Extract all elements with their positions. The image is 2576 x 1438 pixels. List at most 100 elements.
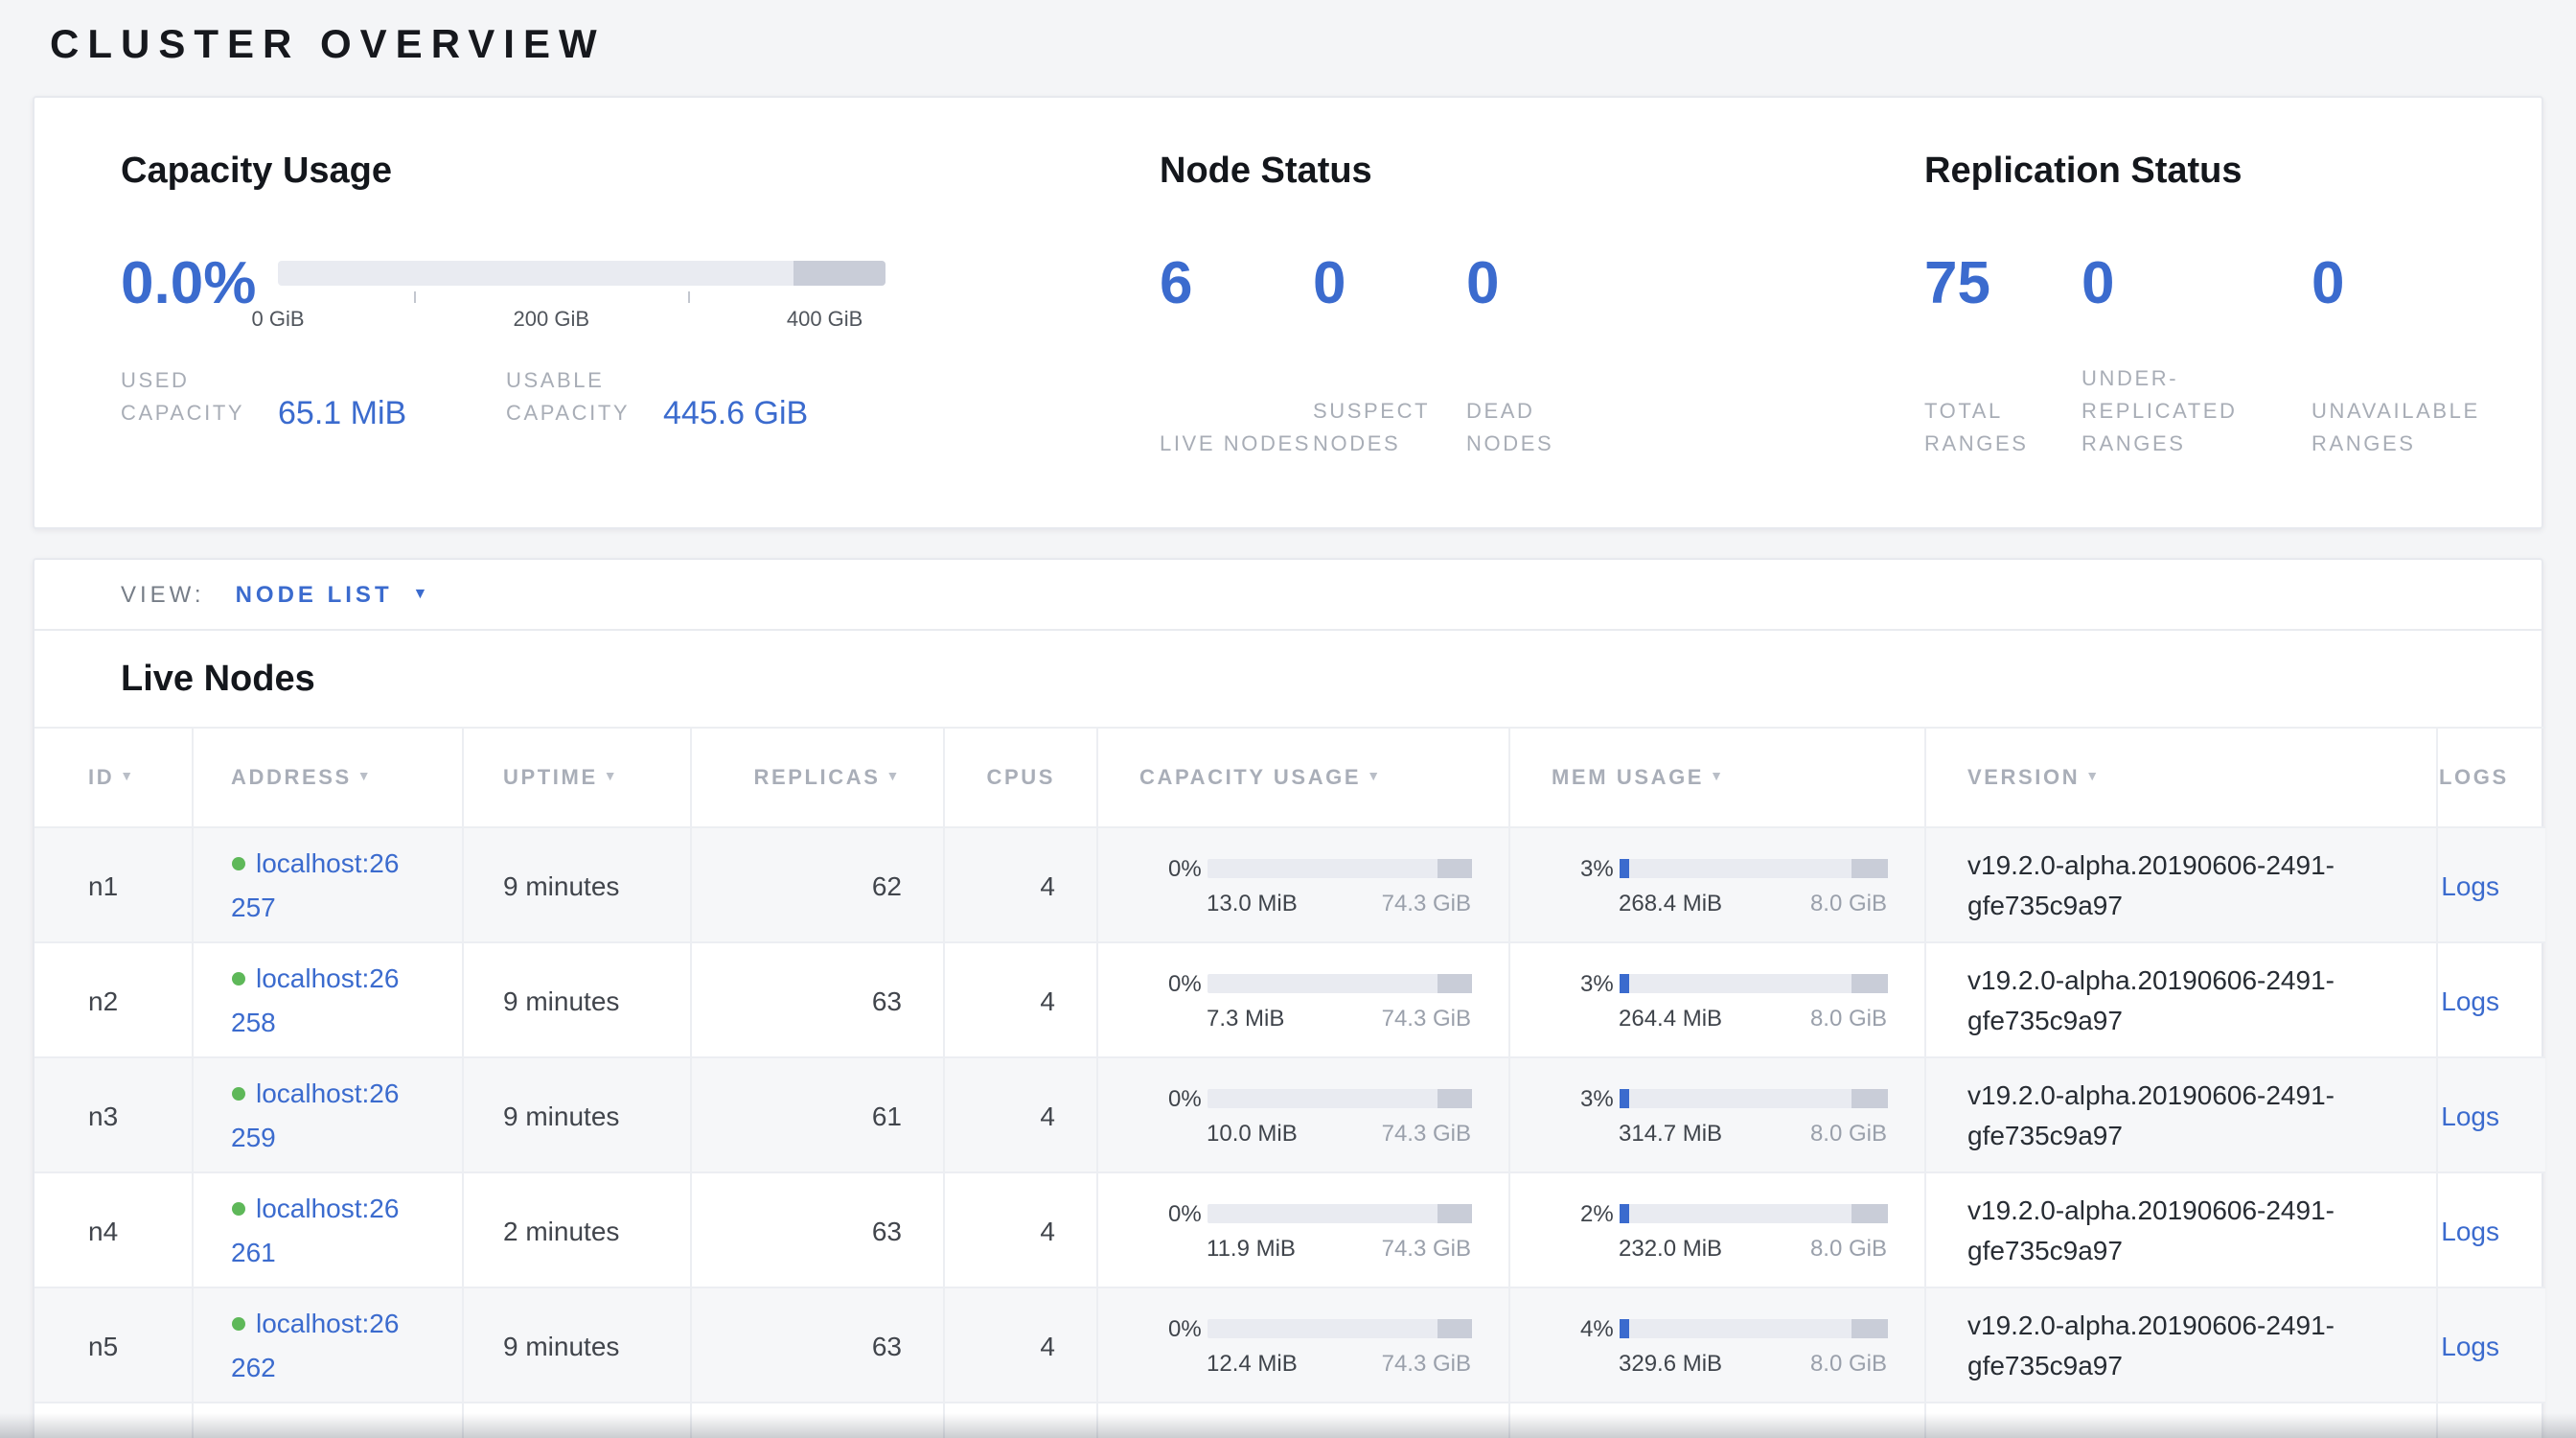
node-version: v19.2.0-alpha.20190606-2491-gfe735c9a97 [1967,1190,2343,1270]
column-header[interactable]: ID ▼ [34,728,192,827]
node-replicas: 61 [872,1100,902,1130]
sort-caret-icon: ▼ [1367,770,1382,783]
memory-bar-fill [1619,1318,1629,1337]
column-header[interactable]: CPUS▼ [943,728,1096,827]
memory-percent: 3% [1580,969,1619,996]
capacity-used-percent: 0.0% [121,252,245,312]
memory-bar-reserved-segment [1852,1318,1887,1337]
capacity-total-value: 74.3 GiB [1382,889,1471,916]
node-logs-cell: Logs [2436,942,2545,1057]
node-capacity-cell: 0% 12.4 MiB 74.3 GiB [1096,1287,1508,1403]
node-row: n3 localhost:26259 9 minutes 61 4 0% [34,1057,2545,1172]
node-replicas: 63 [872,985,902,1015]
node-live-status-icon [231,1202,244,1216]
node-address-cell: localhost:26257 [192,827,462,942]
capacity-bar-reserved-segment [1437,1088,1471,1107]
node-version: v19.2.0-alpha.20190606-2491-gfe735c9a97 [1967,1075,2343,1155]
column-header[interactable]: CAPACITY USAGE▼ [1096,728,1508,827]
node-address-link[interactable]: localhost:26259 [231,1078,399,1151]
cluster-overview-page: CLUSTER OVERVIEW Capacity Usage 0.0% 0 G… [0,0,2576,1438]
node-address-cell: localhost:26261 [192,1172,462,1287]
memory-used-value: 314.7 MiB [1619,1119,1722,1146]
cluster-summary-card: Capacity Usage 0.0% 0 GiB 200 GiB 400 Gi… [33,96,2543,529]
column-header-label: LOGS [2439,766,2509,789]
stat-label: LIVE NODES [1160,429,1317,462]
node-version: v19.2.0-alpha.20190606-2491-gfe735c9a97 [1967,845,2343,925]
node-row: n2 localhost:26258 9 minutes 63 4 0% [34,942,2545,1057]
memory-percent: 2% [1580,1199,1619,1226]
node-address-cell: localhost:26259 [192,1057,462,1172]
capacity-used-value: 10.0 MiB [1207,1119,1298,1146]
memory-bar-reserved-segment [1852,1088,1887,1107]
capacity-used-value: 12.4 MiB [1207,1349,1298,1376]
memory-bar-fill [1619,973,1628,992]
node-capacity-cell: 0% 7.3 MiB 74.3 GiB [1096,942,1508,1057]
node-address-link[interactable]: localhost:26262 [231,1308,399,1381]
view-dropdown[interactable]: NODE LIST ▼ [236,577,428,612]
node-live-status-icon [231,972,244,986]
sort-caret-icon: ▼ [604,770,619,783]
column-header-label: UPTIME [503,766,598,789]
used-capacity-value: 65.1 MiB [278,397,406,429]
column-header[interactable]: REPLICAS▼ [690,728,943,827]
node-id: n2 [88,985,118,1015]
column-header[interactable]: MEM USAGE▼ [1508,728,1924,827]
memory-bar-reserved-segment [1852,973,1887,992]
memory-total-value: 8.0 GiB [1810,1004,1887,1031]
stat-value: 75 [1924,253,2082,313]
replication-stat: 75 TOTAL RANGES [1924,253,2082,462]
node-logs-link[interactable]: Logs [2441,870,2499,900]
node-replicas-cell: 63 [690,942,943,1057]
memory-usage-bar [1619,1318,1887,1337]
node-logs-link[interactable]: Logs [2441,1100,2499,1130]
node-status-stat: 6 LIVE NODES [1160,253,1313,462]
node-uptime-cell: 9 minutes [462,827,690,942]
stat-value: 6 [1160,253,1313,313]
memory-usage-bar [1619,858,1887,877]
node-version-cell: v19.2.0-alpha.20190606-2491-gfe735c9a97 [1924,827,2436,942]
capacity-bar-reserved-segment [1437,1318,1471,1337]
node-uptime: 9 minutes [503,1330,619,1360]
replication-stat: 0 UNDER-REPLICATED RANGES [2082,253,2312,462]
axis-label: 400 GiB [787,308,863,331]
memory-used-value: 232.0 MiB [1619,1234,1722,1261]
node-address-link[interactable]: localhost:26258 [231,963,399,1036]
column-header[interactable]: UPTIME ▼ [462,728,690,827]
node-address-link[interactable]: localhost:26261 [231,1193,399,1266]
node-cpus-cell: 4 [943,1057,1096,1172]
node-logs-link[interactable]: Logs [2441,985,2499,1015]
capacity-total-value: 74.3 GiB [1382,1119,1471,1146]
bottom-scroll-shade [0,1413,2576,1438]
memory-bar-fill [1619,1203,1628,1222]
node-logs-link[interactable]: Logs [2441,1215,2499,1245]
column-header[interactable]: ADDRESS▼ [192,728,462,827]
node-cpus: 4 [1040,985,1055,1015]
node-replicas-cell: 62 [690,827,943,942]
column-header[interactable]: LOGS▼ [2436,728,2545,827]
sort-caret-icon: ▼ [120,770,135,783]
column-header-label: ID [88,766,114,789]
view-label: VIEW: [121,581,205,608]
node-replicas-cell: 61 [690,1057,943,1172]
axis-tick [415,290,417,302]
usable-capacity-value: 445.6 GiB [663,397,808,429]
node-logs-link[interactable]: Logs [2441,1330,2499,1360]
column-header[interactable]: VERSION▼ [1924,728,2436,827]
node-status-section: Node Status 6 LIVE NODES 0 SUSPECT NODES… [1160,151,1620,462]
capacity-used-value: 7.3 MiB [1207,1004,1284,1031]
node-address-link[interactable]: localhost:26257 [231,847,399,921]
sort-caret-icon: ▼ [1710,770,1725,783]
sort-caret-icon: ▼ [357,770,373,783]
axis-label: 0 GiB [251,308,304,331]
node-cpus-cell: 4 [943,942,1096,1057]
used-capacity-label: USED CAPACITY [121,366,278,431]
node-row: n4 localhost:26261 2 minutes 63 4 0% [34,1172,2545,1287]
capacity-bar-reserved-segment [1437,973,1471,992]
capacity-usage-bar [1207,973,1471,992]
node-id-cell: n2 [34,942,192,1057]
capacity-bar-reserved-segment [1437,858,1471,877]
node-live-status-icon [231,1317,244,1331]
node-id-cell: n1 [34,827,192,942]
node-logs-cell: Logs [2436,1057,2545,1172]
node-status-heading: Node Status [1160,151,1620,194]
